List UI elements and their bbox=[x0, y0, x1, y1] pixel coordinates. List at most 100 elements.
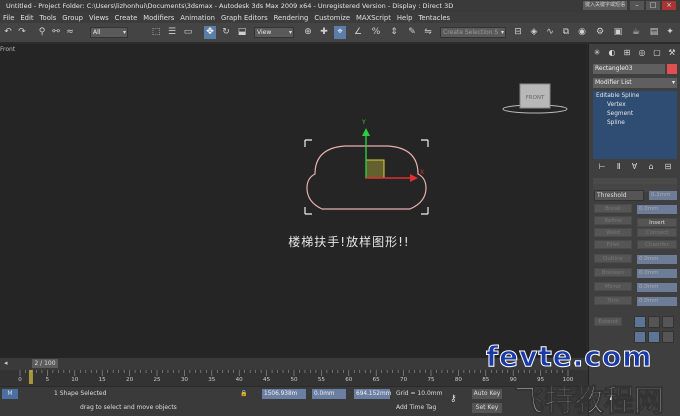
refine-button[interactable]: Refine bbox=[594, 216, 632, 225]
weld-button[interactable]: Weld bbox=[594, 228, 632, 237]
fillet-button[interactable]: Fillet bbox=[594, 240, 632, 249]
next-frame-icon[interactable]: ▸ bbox=[574, 359, 578, 367]
menu-tentacles[interactable]: Tentacles bbox=[415, 14, 453, 22]
search-keyword-box[interactable]: 键入关键字或短语 bbox=[583, 1, 627, 10]
mirror-v-icon[interactable] bbox=[648, 331, 660, 343]
prev-frame-icon[interactable]: ◂ bbox=[4, 359, 8, 367]
y-coord-field[interactable]: 0.0mm bbox=[312, 389, 346, 399]
named-selection-dropdown[interactable]: Create Selection S ▾ bbox=[440, 27, 506, 38]
undo-icon[interactable]: ↶ bbox=[2, 26, 14, 39]
move-gizmo[interactable]: Y X bbox=[361, 119, 424, 182]
object-color-swatch[interactable] bbox=[667, 64, 677, 74]
connect-button[interactable]: Connect bbox=[637, 228, 677, 237]
menu-group[interactable]: Group bbox=[59, 14, 86, 22]
create-tab-icon[interactable]: ✳ bbox=[591, 47, 603, 58]
taskbar-max-button[interactable]: M bbox=[2, 389, 18, 399]
outline-spinner[interactable]: 0.0mm bbox=[637, 255, 677, 264]
add-time-tag[interactable]: Add Time Tag bbox=[396, 404, 436, 411]
menu-maxscript[interactable]: MAXScript bbox=[353, 14, 394, 22]
render-production-icon[interactable]: ☕ bbox=[630, 26, 642, 39]
render-setup-icon[interactable]: ⚙ bbox=[594, 26, 606, 39]
scale-icon[interactable]: ⬓ bbox=[236, 26, 248, 39]
viewcube-icon[interactable]: FRONT bbox=[502, 83, 568, 114]
menu-views[interactable]: Views bbox=[86, 14, 112, 22]
stack-item-editable-spline[interactable]: Editable Spline bbox=[596, 93, 639, 99]
percent-snap-icon[interactable]: % bbox=[370, 26, 382, 39]
rotate-icon[interactable]: ↻ bbox=[220, 26, 232, 39]
unlink-icon[interactable]: ⚯ bbox=[50, 26, 62, 39]
mirror-both-icon[interactable] bbox=[662, 331, 674, 343]
edit-named-sel-icon[interactable]: ✎ bbox=[406, 26, 418, 39]
rendered-frame-icon[interactable]: ▣ bbox=[612, 26, 624, 39]
curve-editor-icon[interactable]: ∿ bbox=[544, 26, 556, 39]
material-editor-icon[interactable]: ◉ bbox=[576, 26, 588, 39]
modifier-list-dropdown[interactable]: Modifier List ▾ bbox=[593, 78, 677, 88]
trim-spinner[interactable]: 0.0mm bbox=[637, 297, 677, 306]
rect-region-icon[interactable]: ▭ bbox=[182, 26, 194, 39]
insert-button[interactable]: Insert bbox=[637, 218, 677, 227]
bool-subtract-icon[interactable] bbox=[648, 316, 660, 328]
current-frame-marker[interactable] bbox=[28, 370, 33, 384]
bool-union-icon[interactable] bbox=[634, 316, 646, 328]
stack-item-segment[interactable]: Segment bbox=[607, 111, 633, 117]
mirror-spinner[interactable]: 0.0mm bbox=[637, 283, 677, 292]
redo-icon[interactable]: ↷ bbox=[16, 26, 28, 39]
threshold-dropdown[interactable]: Threshold bbox=[594, 190, 644, 201]
menu-animation[interactable]: Animation bbox=[177, 14, 218, 22]
bool-intersect-icon[interactable] bbox=[662, 316, 674, 328]
menu-file[interactable]: File bbox=[0, 14, 17, 22]
z-coord-field[interactable]: 694.152mm bbox=[354, 389, 391, 399]
configure-sets-icon[interactable]: ⊟ bbox=[665, 162, 672, 174]
extend-button[interactable]: Extend bbox=[594, 317, 622, 326]
hierarchy-tab-icon[interactable]: ⊞ bbox=[621, 47, 633, 58]
stack-item-spline[interactable]: Spline bbox=[607, 120, 625, 126]
minimize-icon[interactable]: – bbox=[630, 1, 644, 10]
modify-tab-icon[interactable]: ◐ bbox=[606, 47, 618, 58]
spinner-snap-icon[interactable]: ⇕ bbox=[388, 26, 400, 39]
select-link-icon[interactable]: ⚲ bbox=[36, 26, 48, 39]
align-icon[interactable]: ⊟ bbox=[512, 26, 524, 39]
display-tab-icon[interactable]: ▢ bbox=[651, 47, 663, 58]
layer-manager-icon[interactable]: ◈ bbox=[528, 26, 540, 39]
pin-stack-icon[interactable]: ⊢ bbox=[599, 162, 606, 174]
selection-filter-dropdown[interactable]: All ▾ bbox=[90, 27, 128, 38]
motion-tab-icon[interactable]: ◎ bbox=[636, 47, 648, 58]
mirror-button[interactable]: Mirror bbox=[594, 282, 632, 291]
pivot-center-icon[interactable]: ⊕ bbox=[302, 26, 314, 39]
break-spinner[interactable]: 0.0mm bbox=[637, 205, 677, 214]
key-icon[interactable]: ⚷ bbox=[450, 394, 457, 404]
select-manipulate-icon[interactable]: ✚ bbox=[318, 26, 330, 39]
render-active-icon[interactable]: ▤ bbox=[648, 26, 660, 39]
trim-button[interactable]: Trim bbox=[594, 296, 632, 305]
menu-edit[interactable]: Edit bbox=[17, 14, 36, 22]
select-by-name-icon[interactable]: ☰ bbox=[166, 26, 178, 39]
utilities-tab-icon[interactable]: ⚒ bbox=[666, 47, 678, 58]
threshold-spinner[interactable]: 0.1mm bbox=[649, 191, 677, 200]
quick-render-icon[interactable]: ✦ bbox=[664, 26, 676, 39]
menu-create[interactable]: Create bbox=[112, 14, 141, 22]
select-object-icon[interactable]: ⬚ bbox=[150, 26, 162, 39]
remove-modifier-icon[interactable]: ⌂ bbox=[648, 162, 653, 174]
outline-button[interactable]: Outline bbox=[594, 254, 632, 263]
bind-spacewarp-icon[interactable]: ≈ bbox=[64, 26, 76, 39]
make-unique-icon[interactable]: ∀ bbox=[632, 162, 637, 174]
chamfer-button[interactable]: Chamfer bbox=[637, 240, 677, 249]
boolean-button[interactable]: Boolean bbox=[594, 268, 632, 277]
schematic-view-icon[interactable]: ⧉ bbox=[560, 26, 572, 39]
move-icon[interactable]: ✥ bbox=[204, 26, 216, 39]
reference-coord-dropdown[interactable]: View ▾ bbox=[254, 27, 294, 38]
x-coord-field[interactable]: 1506.938m bbox=[262, 389, 306, 399]
front-viewport[interactable]: Front FRONT Y X 楼梯扶手!放样图形!! bbox=[0, 44, 587, 358]
auto-key-button[interactable]: Auto Key bbox=[472, 389, 502, 399]
mirror-h-icon[interactable] bbox=[634, 331, 646, 343]
mirror-icon[interactable]: ⇋ bbox=[422, 26, 434, 39]
menu-tools[interactable]: Tools bbox=[37, 14, 60, 22]
time-slider-bar[interactable]: 2 / 100 ◂ ▸ bbox=[0, 358, 588, 370]
maximize-icon[interactable]: □ bbox=[646, 1, 660, 10]
set-key-button[interactable]: Set Key bbox=[472, 403, 502, 413]
object-name-field[interactable]: Rectangle03 bbox=[593, 64, 665, 74]
close-icon[interactable]: × bbox=[662, 1, 676, 10]
menu-customize[interactable]: Customize bbox=[311, 14, 353, 22]
boolean-spinner[interactable]: 0.0mm bbox=[637, 269, 677, 278]
track-bar[interactable]: 0 5 10 15 20 25 30 35 40 45 50 55 60 65 70 75 80 85 90 95 10… bbox=[0, 370, 588, 386]
